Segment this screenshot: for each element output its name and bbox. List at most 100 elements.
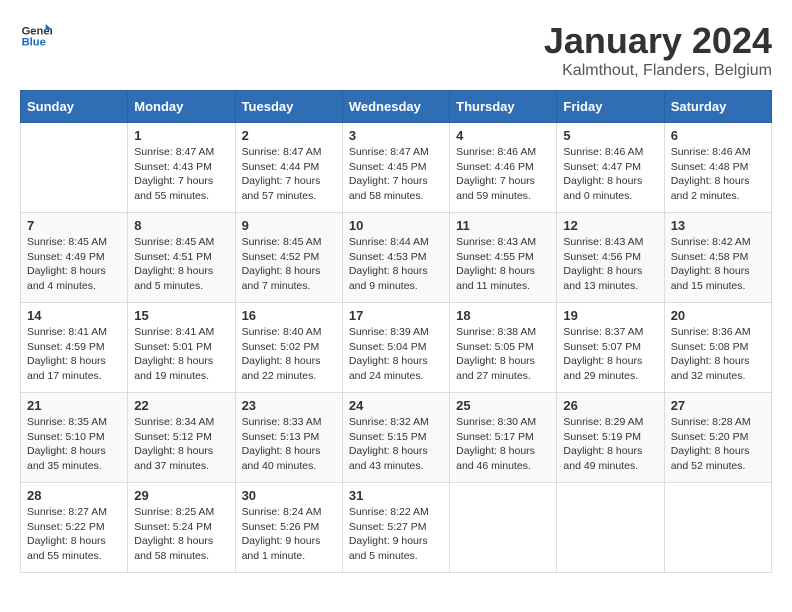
calendar-week-2: 7Sunrise: 8:45 AM Sunset: 4:49 PM Daylig… [21, 213, 772, 303]
day-number: 14 [27, 308, 121, 323]
calendar-cell: 8Sunrise: 8:45 AM Sunset: 4:51 PM Daylig… [128, 213, 235, 303]
day-info: Sunrise: 8:44 AM Sunset: 4:53 PM Dayligh… [349, 235, 443, 294]
day-number: 17 [349, 308, 443, 323]
day-info: Sunrise: 8:47 AM Sunset: 4:43 PM Dayligh… [134, 145, 228, 204]
title-section: January 2024 Kalmthout, Flanders, Belgiu… [544, 20, 772, 80]
calendar-cell [21, 123, 128, 213]
calendar-cell [664, 483, 771, 573]
day-number: 3 [349, 128, 443, 143]
logo: General Blue [20, 20, 52, 52]
day-number: 1 [134, 128, 228, 143]
day-info: Sunrise: 8:28 AM Sunset: 5:20 PM Dayligh… [671, 415, 765, 474]
subtitle: Kalmthout, Flanders, Belgium [544, 62, 772, 80]
day-header-wednesday: Wednesday [342, 91, 449, 123]
calendar-cell: 30 Sunrise: 8:24 AM Sunset: 5:26 PM Dayli… [235, 483, 342, 573]
calendar-cell: 11 Sunrise: 8:43 AM Sunset: 4:55 PM Dayli… [450, 213, 557, 303]
day-number: 13 [671, 218, 765, 233]
day-info: Sunrise: 8:25 AM Sunset: 5:24 PM Dayligh… [134, 505, 228, 564]
day-info: Sunrise: 8:22 AM Sunset: 5:27 PM Dayligh… [349, 505, 443, 564]
day-number: 25 [456, 398, 550, 413]
day-info: Sunrise: 8:30 AM Sunset: 5:17 PM Dayligh… [456, 415, 550, 474]
calendar-cell: 7Sunrise: 8:45 AM Sunset: 4:49 PM Daylig… [21, 213, 128, 303]
day-number: 28 [27, 488, 121, 503]
calendar-cell: 14 Sunrise: 8:41 AM Sunset: 4:59 PM Dayli… [21, 303, 128, 393]
day-number: 26 [563, 398, 657, 413]
day-info: Sunrise: 8:46 AM Sunset: 4:48 PM Dayligh… [671, 145, 765, 204]
day-info: Sunrise: 8:24 AM Sunset: 5:26 PM Dayligh… [242, 505, 336, 564]
day-info: Sunrise: 8:43 AM Sunset: 4:55 PM Dayligh… [456, 235, 550, 294]
day-info: Sunrise: 8:33 AM Sunset: 5:13 PM Dayligh… [242, 415, 336, 474]
day-number: 24 [349, 398, 443, 413]
calendar-cell: 20 Sunrise: 8:36 AM Sunset: 5:08 PM Dayli… [664, 303, 771, 393]
calendar-week-4: 21 Sunrise: 8:35 AM Sunset: 5:10 PM Dayli… [21, 393, 772, 483]
day-number: 16 [242, 308, 336, 323]
calendar-week-3: 14 Sunrise: 8:41 AM Sunset: 4:59 PM Dayli… [21, 303, 772, 393]
day-number: 30 [242, 488, 336, 503]
day-number: 8 [134, 218, 228, 233]
day-info: Sunrise: 8:36 AM Sunset: 5:08 PM Dayligh… [671, 325, 765, 384]
day-number: 31 [349, 488, 443, 503]
day-number: 7 [27, 218, 121, 233]
day-number: 18 [456, 308, 550, 323]
svg-text:Blue: Blue [22, 37, 46, 49]
day-info: Sunrise: 8:47 AM Sunset: 4:45 PM Dayligh… [349, 145, 443, 204]
calendar-cell: 3 Sunrise: 8:47 AM Sunset: 4:45 PM Daylig… [342, 123, 449, 213]
calendar-cell: 29Sunrise: 8:25 AM Sunset: 5:24 PM Dayli… [128, 483, 235, 573]
day-info: Sunrise: 8:29 AM Sunset: 5:19 PM Dayligh… [563, 415, 657, 474]
calendar-cell: 23Sunrise: 8:33 AM Sunset: 5:13 PM Dayli… [235, 393, 342, 483]
day-number: 4 [456, 128, 550, 143]
day-number: 2 [242, 128, 336, 143]
day-info: Sunrise: 8:41 AM Sunset: 5:01 PM Dayligh… [134, 325, 228, 384]
day-info: Sunrise: 8:35 AM Sunset: 5:10 PM Dayligh… [27, 415, 121, 474]
calendar-cell: 13 Sunrise: 8:42 AM Sunset: 4:58 PM Dayli… [664, 213, 771, 303]
day-number: 15 [134, 308, 228, 323]
calendar-cell: 25 Sunrise: 8:30 AM Sunset: 5:17 PM Dayli… [450, 393, 557, 483]
calendar-cell: 6Sunrise: 8:46 AM Sunset: 4:48 PM Daylig… [664, 123, 771, 213]
day-info: Sunrise: 8:27 AM Sunset: 5:22 PM Dayligh… [27, 505, 121, 564]
day-header-tuesday: Tuesday [235, 91, 342, 123]
header: General Blue January 2024 Kalmthout, Fla… [20, 20, 772, 80]
day-info: Sunrise: 8:42 AM Sunset: 4:58 PM Dayligh… [671, 235, 765, 294]
day-info: Sunrise: 8:39 AM Sunset: 5:04 PM Dayligh… [349, 325, 443, 384]
day-header-saturday: Saturday [664, 91, 771, 123]
calendar-cell: 10Sunrise: 8:44 AM Sunset: 4:53 PM Dayli… [342, 213, 449, 303]
day-info: Sunrise: 8:41 AM Sunset: 4:59 PM Dayligh… [27, 325, 121, 384]
day-info: Sunrise: 8:43 AM Sunset: 4:56 PM Dayligh… [563, 235, 657, 294]
calendar-cell: 2 Sunrise: 8:47 AM Sunset: 4:44 PM Daylig… [235, 123, 342, 213]
day-info: Sunrise: 8:37 AM Sunset: 5:07 PM Dayligh… [563, 325, 657, 384]
calendar-table: SundayMondayTuesdayWednesdayThursdayFrid… [20, 90, 772, 573]
day-header-thursday: Thursday [450, 91, 557, 123]
day-info: Sunrise: 8:32 AM Sunset: 5:15 PM Dayligh… [349, 415, 443, 474]
calendar-body: 1 Sunrise: 8:47 AM Sunset: 4:43 PM Daylig… [21, 123, 772, 573]
calendar-cell: 16Sunrise: 8:40 AM Sunset: 5:02 PM Dayli… [235, 303, 342, 393]
calendar-cell: 26 Sunrise: 8:29 AM Sunset: 5:19 PM Dayli… [557, 393, 664, 483]
calendar-cell: 12Sunrise: 8:43 AM Sunset: 4:56 PM Dayli… [557, 213, 664, 303]
calendar-cell: 21 Sunrise: 8:35 AM Sunset: 5:10 PM Dayli… [21, 393, 128, 483]
day-number: 11 [456, 218, 550, 233]
calendar-cell: 22 Sunrise: 8:34 AM Sunset: 5:12 PM Dayli… [128, 393, 235, 483]
calendar-cell: 4 Sunrise: 8:46 AM Sunset: 4:46 PM Daylig… [450, 123, 557, 213]
day-number: 22 [134, 398, 228, 413]
day-info: Sunrise: 8:34 AM Sunset: 5:12 PM Dayligh… [134, 415, 228, 474]
day-info: Sunrise: 8:47 AM Sunset: 4:44 PM Dayligh… [242, 145, 336, 204]
calendar-cell: 24 Sunrise: 8:32 AM Sunset: 5:15 PM Dayli… [342, 393, 449, 483]
calendar-cell: 27Sunrise: 8:28 AM Sunset: 5:20 PM Dayli… [664, 393, 771, 483]
day-info: Sunrise: 8:38 AM Sunset: 5:05 PM Dayligh… [456, 325, 550, 384]
calendar-cell: 28 Sunrise: 8:27 AM Sunset: 5:22 PM Dayli… [21, 483, 128, 573]
calendar-header: SundayMondayTuesdayWednesdayThursdayFrid… [21, 91, 772, 123]
day-info: Sunrise: 8:45 AM Sunset: 4:52 PM Dayligh… [242, 235, 336, 294]
day-number: 19 [563, 308, 657, 323]
logo-icon: General Blue [20, 20, 52, 52]
calendar-cell: 5Sunrise: 8:46 AM Sunset: 4:47 PM Daylig… [557, 123, 664, 213]
calendar-cell: 15 Sunrise: 8:41 AM Sunset: 5:01 PM Dayli… [128, 303, 235, 393]
day-info: Sunrise: 8:46 AM Sunset: 4:46 PM Dayligh… [456, 145, 550, 204]
day-number: 20 [671, 308, 765, 323]
calendar-cell: 18 Sunrise: 8:38 AM Sunset: 5:05 PM Dayli… [450, 303, 557, 393]
calendar-cell: 19 Sunrise: 8:37 AM Sunset: 5:07 PM Dayli… [557, 303, 664, 393]
day-number: 21 [27, 398, 121, 413]
calendar-cell: 31 Sunrise: 8:22 AM Sunset: 5:27 PM Dayli… [342, 483, 449, 573]
calendar-week-1: 1 Sunrise: 8:47 AM Sunset: 4:43 PM Daylig… [21, 123, 772, 213]
calendar-cell: 9 Sunrise: 8:45 AM Sunset: 4:52 PM Daylig… [235, 213, 342, 303]
day-number: 5 [563, 128, 657, 143]
day-number: 9 [242, 218, 336, 233]
